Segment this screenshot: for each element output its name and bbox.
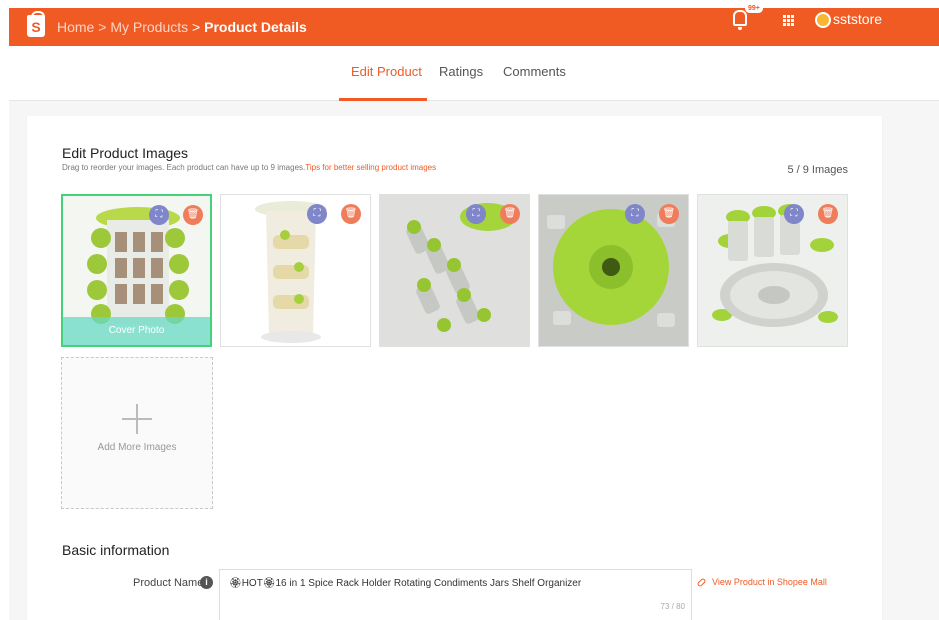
crop-icon[interactable]: ⛶ xyxy=(307,204,327,224)
images-hint: Drag to reorder your images. Each produc… xyxy=(62,163,436,172)
product-image-2[interactable]: ⛶ 🗑 xyxy=(220,194,371,347)
product-image-4[interactable]: ⛶ 🗑 xyxy=(538,194,689,347)
trash-icon[interactable]: 🗑 xyxy=(183,205,203,225)
trash-icon[interactable]: 🗑 xyxy=(818,204,838,224)
add-more-images-button[interactable]: Add More Images xyxy=(61,357,213,509)
crop-icon[interactable]: ⛶ xyxy=(784,204,804,224)
trash-icon[interactable]: 🗑 xyxy=(500,204,520,224)
breadcrumb-separator: > xyxy=(98,19,107,35)
tips-link[interactable]: Tips for better selling product images xyxy=(305,163,436,172)
tab-ratings[interactable]: Ratings xyxy=(439,64,483,79)
breadcrumb: Home > My Products > Product Details xyxy=(57,19,307,35)
bell-icon[interactable] xyxy=(733,10,747,30)
char-count: 73 / 80 xyxy=(660,602,685,611)
crop-icon[interactable]: ⛶ xyxy=(149,205,169,225)
view-product-link-text: View Product in Shopee Mall xyxy=(712,577,827,587)
product-image-5[interactable]: ⛶ 🗑 xyxy=(697,194,848,347)
crop-icon[interactable]: ⛶ xyxy=(625,204,645,224)
cover-photo-label: Cover Photo xyxy=(63,317,210,345)
apps-grid-icon[interactable] xyxy=(783,15,794,26)
shopee-bag-icon[interactable]: S xyxy=(27,11,45,37)
tabs-bar: Edit Product Ratings Comments xyxy=(9,46,939,101)
basic-info-title: Basic information xyxy=(62,542,170,558)
top-header: S Home > My Products > Product Details xyxy=(9,8,939,46)
add-more-images-label: Add More Images xyxy=(97,442,177,453)
image-count: 5 / 9 Images xyxy=(787,164,848,176)
link-icon xyxy=(696,577,707,588)
tab-edit-product[interactable]: Edit Product xyxy=(351,64,422,79)
crop-icon[interactable]: ⛶ xyxy=(466,204,486,224)
product-name-input[interactable]: 🏵HOT🏵16 in 1 Spice Rack Holder Rotating … xyxy=(219,569,692,620)
images-section-title: Edit Product Images xyxy=(62,145,189,161)
breadcrumb-separator: > xyxy=(192,19,201,35)
view-product-link[interactable]: View Product in Shopee Mall xyxy=(696,577,827,588)
username[interactable]: sststore xyxy=(833,11,882,27)
tab-comments[interactable]: Comments xyxy=(503,64,566,79)
breadcrumb-home[interactable]: Home xyxy=(57,19,94,35)
plus-icon xyxy=(122,404,152,434)
avatar[interactable] xyxy=(815,12,831,28)
breadcrumb-current: Product Details xyxy=(204,19,307,35)
trash-icon[interactable]: 🗑 xyxy=(659,204,679,224)
product-image-3[interactable]: ⛶ 🗑 xyxy=(379,194,530,347)
product-name-value: 🏵HOT🏵16 in 1 Spice Rack Holder Rotating … xyxy=(229,578,582,589)
product-image-1[interactable]: ⛶ 🗑 Cover Photo xyxy=(61,194,212,347)
product-name-label: Product Name xyxy=(133,577,204,589)
info-icon[interactable]: i xyxy=(200,576,213,589)
breadcrumb-my-products[interactable]: My Products xyxy=(110,19,188,35)
trash-icon[interactable]: 🗑 xyxy=(341,204,361,224)
images-hint-text: Drag to reorder your images. Each produc… xyxy=(62,163,306,172)
notification-badge: 99+ xyxy=(745,4,763,13)
